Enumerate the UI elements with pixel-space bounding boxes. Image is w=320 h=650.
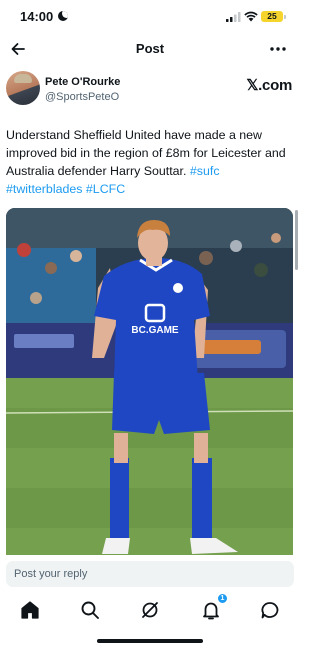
- home-indicator: [97, 639, 203, 643]
- reply-bar: [0, 556, 300, 594]
- messages-icon[interactable]: [258, 598, 282, 622]
- author-handle[interactable]: @SportsPeteO: [45, 91, 119, 103]
- hashtag-link[interactable]: #LCFC: [86, 182, 125, 196]
- signal-icon: [226, 12, 241, 22]
- x-logo: 𝕏.com: [246, 77, 292, 94]
- shirt-sponsor-text: BC.GAME: [131, 325, 179, 336]
- wifi-icon: [244, 11, 258, 22]
- more-options-icon[interactable]: [268, 39, 288, 59]
- footballer-photo: BC.GAME: [6, 208, 293, 555]
- home-icon[interactable]: [18, 598, 42, 622]
- scrollbar[interactable]: [295, 210, 298, 270]
- post-image[interactable]: BC.GAME: [6, 208, 293, 555]
- status-bar: 14:00 25: [0, 0, 300, 34]
- hashtag-link[interactable]: #twitterblades: [6, 182, 82, 196]
- post-author: Pete O'Rourke @SportsPeteO 𝕏.com: [6, 70, 294, 110]
- grok-icon[interactable]: [138, 598, 162, 622]
- notifications-tab[interactable]: 1: [199, 593, 228, 622]
- top-bar: Post: [0, 34, 300, 64]
- bottom-nav: 1: [0, 593, 300, 650]
- reply-input[interactable]: [6, 561, 294, 587]
- page-title: Post: [135, 41, 165, 56]
- notification-badge: 1: [217, 593, 228, 604]
- status-time: 14:00: [20, 9, 54, 24]
- post-text: Understand Sheffield United have made a …: [6, 126, 296, 198]
- author-name[interactable]: Pete O'Rourke: [45, 76, 120, 88]
- hashtag-link[interactable]: #sufc: [190, 164, 220, 178]
- battery-icon: 25: [261, 11, 286, 22]
- post-body: Understand Sheffield United have made a …: [6, 128, 286, 178]
- moon-icon: [58, 11, 68, 21]
- avatar[interactable]: [6, 71, 40, 105]
- search-icon[interactable]: [78, 598, 102, 622]
